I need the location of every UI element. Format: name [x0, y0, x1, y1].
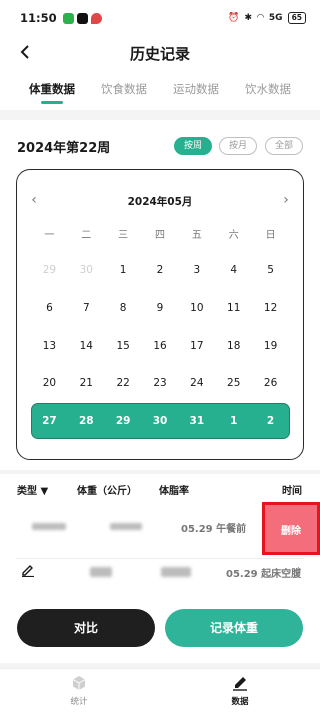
- nav-item-data[interactable]: 数据: [210, 675, 270, 707]
- calendar-week-row-selected: 27 28 29 30 31 1 2: [31, 410, 289, 432]
- calendar-day[interactable]: 22: [105, 372, 142, 394]
- calendar: ‹ 2024年05月 › 一 二 三 四 五 六 日 29 30 1 2 3 4…: [16, 169, 304, 460]
- mode-button-all[interactable]: 全部: [265, 137, 303, 155]
- calendar-week-row: 13 14 15 16 17 18 19: [31, 335, 289, 357]
- record-time: 05.29 起床空腹: [226, 569, 302, 580]
- calendar-day[interactable]: 7: [68, 297, 105, 319]
- calendar-day[interactable]: 25: [215, 372, 252, 394]
- cube-icon: [71, 675, 87, 691]
- column-header-time: 时间: [282, 486, 302, 497]
- next-month-icon[interactable]: ›: [278, 192, 294, 208]
- calendar-day[interactable]: 16: [142, 335, 179, 357]
- calendar-day[interactable]: 29: [105, 410, 142, 432]
- back-icon[interactable]: [16, 42, 36, 62]
- tab-bar: 体重数据 饮食数据 运动数据 饮水数据: [0, 70, 320, 110]
- status-bar: 11:50 ⏰ ✱ ◠ 5G 65: [0, 0, 320, 36]
- tab-weight-data[interactable]: 体重数据: [16, 81, 88, 109]
- redacted-fat: [161, 567, 191, 577]
- page-title: 历史记录: [129, 44, 190, 63]
- calendar-day[interactable]: 6: [31, 297, 68, 319]
- wifi-icon: ◠: [256, 13, 264, 23]
- calendar-week-row: 29 30 1 2 3 4 5: [31, 259, 289, 281]
- week-panel: 2024年第22周 按周 按月 全部 ‹ 2024年05月 › 一 二 三 四 …: [0, 120, 320, 470]
- delete-button[interactable]: 删除: [262, 502, 320, 555]
- calendar-day[interactable]: 14: [68, 335, 105, 357]
- calendar-day[interactable]: 18: [215, 335, 252, 357]
- wechat-icon: [62, 12, 74, 24]
- compare-button[interactable]: 对比: [17, 609, 155, 647]
- redacted-weight: [110, 523, 142, 530]
- calendar-day[interactable]: 5: [252, 259, 289, 281]
- calendar-day[interactable]: 10: [178, 297, 215, 319]
- chevron-right-icon: ›: [297, 564, 301, 575]
- calendar-day[interactable]: 19: [252, 335, 289, 357]
- alarm-icon: ⏰: [228, 13, 240, 23]
- calendar-week-row: 6 7 8 9 10 11 12: [31, 297, 289, 319]
- calendar-day[interactable]: 12: [252, 297, 289, 319]
- calendar-day[interactable]: 26: [252, 372, 289, 394]
- pencil-icon: [232, 675, 248, 691]
- tab-exercise-data[interactable]: 运动数据: [160, 81, 232, 109]
- column-header-fat: 体脂率: [159, 486, 189, 497]
- header: 历史记录: [0, 36, 320, 70]
- weekday-label: 日: [265, 230, 276, 241]
- bottom-nav: 统计 数据: [0, 668, 320, 715]
- tab-diet-data[interactable]: 饮食数据: [88, 81, 160, 109]
- tab-water-data[interactable]: 饮水数据: [232, 81, 304, 109]
- calendar-day[interactable]: 23: [142, 372, 179, 394]
- calendar-day[interactable]: 15: [105, 335, 142, 357]
- calendar-day[interactable]: 31: [178, 410, 215, 432]
- calendar-day[interactable]: 30: [142, 410, 179, 432]
- weekday-label: 一: [44, 230, 55, 241]
- calendar-day[interactable]: 21: [68, 372, 105, 394]
- weekday-label: 二: [81, 230, 92, 241]
- battery-indicator: 65: [287, 12, 306, 24]
- mode-button-month[interactable]: 按月: [219, 137, 257, 155]
- calendar-day[interactable]: 9: [142, 297, 179, 319]
- column-header-weight: 体重（公斤）: [77, 486, 137, 497]
- record-weight-button[interactable]: 记录体重: [165, 609, 303, 647]
- weekday-label: 四: [155, 230, 165, 241]
- calendar-day[interactable]: 4: [215, 259, 252, 281]
- redacted-type: [32, 523, 66, 530]
- nav-label-stats: 统计: [70, 697, 88, 707]
- weekday-header: 一 二 三 四 五 六 日: [31, 226, 289, 241]
- redacted-weight: [90, 567, 112, 577]
- calendar-week-row: 20 21 22 23 24 25 26: [31, 372, 289, 394]
- calendar-day[interactable]: 11: [215, 297, 252, 319]
- edit-icon[interactable]: [20, 562, 36, 578]
- calendar-day[interactable]: 30: [68, 259, 105, 281]
- record-time: 05.29 午餐前: [181, 524, 247, 535]
- calendar-day[interactable]: 8: [105, 297, 142, 319]
- mode-button-week[interactable]: 按周: [174, 137, 212, 155]
- week-title: 2024年第22周: [17, 141, 111, 156]
- calendar-day[interactable]: 2: [252, 410, 289, 432]
- column-header-type[interactable]: 类型 ▼: [17, 482, 48, 497]
- calendar-day[interactable]: 27: [31, 410, 68, 432]
- nav-item-stats[interactable]: 统计: [49, 675, 109, 707]
- location-icon: [90, 12, 102, 24]
- weekday-label: 三: [118, 230, 129, 241]
- calendar-day[interactable]: 2: [142, 259, 179, 281]
- calendar-day[interactable]: 17: [178, 335, 215, 357]
- bluetooth-icon: ✱: [244, 13, 252, 23]
- record-row[interactable]: 05.29 起床空腹 ›: [0, 550, 320, 594]
- calendar-day[interactable]: 1: [105, 259, 142, 281]
- weekday-label: 六: [228, 230, 239, 241]
- action-bar: 对比 记录体重: [0, 603, 320, 663]
- calendar-day[interactable]: 1: [215, 410, 252, 432]
- status-time: 11:50: [20, 11, 57, 25]
- weekday-label: 五: [191, 230, 202, 241]
- calendar-day[interactable]: 28: [68, 410, 105, 432]
- calendar-month: 2024年05月: [127, 196, 193, 208]
- calendar-day[interactable]: 29: [31, 259, 68, 281]
- calendar-day[interactable]: 20: [31, 372, 68, 394]
- signal-text: 5G: [268, 13, 283, 23]
- calendar-day[interactable]: 24: [178, 372, 215, 394]
- calendar-day[interactable]: 13: [31, 335, 68, 357]
- status-indicators: ⏰ ✱ ◠ 5G 65: [228, 12, 306, 24]
- nav-label-data: 数据: [231, 697, 249, 707]
- calendar-day[interactable]: 3: [178, 259, 215, 281]
- tiktok-icon: [76, 12, 88, 24]
